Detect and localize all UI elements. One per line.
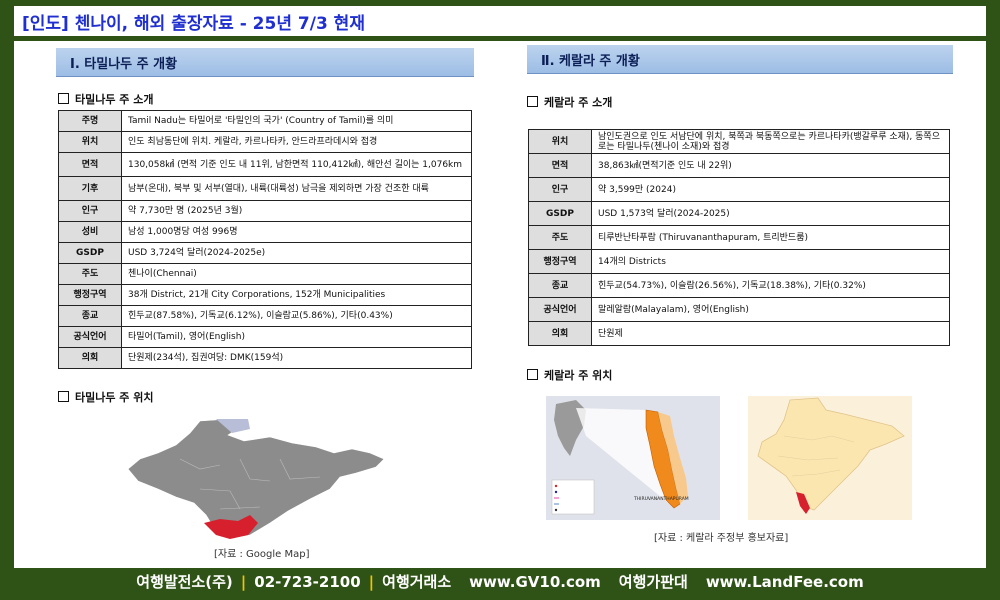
- row-value: 약 7,730만 명 (2025년 3월): [121, 200, 472, 222]
- table-row: 기후 남부(온대), 북부 및 서부(열대), 내륙(대륙성) 남극을 제외하면 …: [58, 176, 472, 201]
- table-row: 위치 남인도권으로 인도 서남단에 위치, 북쪽과 북동쪽으로는 카르나타카(뱅갈…: [528, 129, 950, 154]
- tamil-nadu-info-table: 주명 Tamil Nadu는 타밀어로 '타밀인의 국가' (Country of…: [58, 110, 472, 369]
- row-key: 인구: [528, 177, 592, 202]
- table-row: 인구 약 3,599만 (2024): [528, 177, 950, 202]
- row-value: 인도 최남동단에 위치. 케랄라, 카르나타카, 안드라프라데시와 접경: [121, 131, 472, 153]
- row-value: 약 3,599만 (2024): [591, 177, 950, 202]
- row-value: 남성 1,000명당 여성 996명: [121, 221, 472, 243]
- row-key: GSDP: [528, 201, 592, 226]
- table-row: 면적 38,863㎢(면적기준 인도 내 22위): [528, 153, 950, 178]
- checkbox-square-icon: [527, 96, 538, 107]
- table-row: GSDP USD 1,573억 달러(2024-2025): [528, 201, 950, 226]
- footer-label-stand: 여행가판대: [618, 573, 688, 591]
- row-value: 힌두교(54.73%), 이슬람(26.56%), 기독교(18.38%), 기…: [591, 273, 950, 298]
- row-key: 면적: [58, 152, 122, 177]
- table-row: 주도 티루반난타푸람 (Thiruvananthapuram, 트리반드룸): [528, 225, 950, 250]
- table-row: 인구 약 7,730만 명 (2025년 3월): [58, 200, 472, 222]
- checkbox-square-icon: [527, 369, 538, 380]
- kerala-map-label: THIRUVANANTHAPURAM: [633, 496, 689, 502]
- tamil-nadu-location-map: [120, 419, 410, 539]
- row-value: 38,863㎢(면적기준 인도 내 22위): [591, 153, 950, 178]
- row-key: 의회: [58, 347, 122, 369]
- kerala-location-heading: 케랄라 주 위치: [527, 367, 612, 383]
- row-value: 130,058㎢ (면적 기준 인도 내 11위, 남한면적 110,412㎢)…: [121, 152, 472, 177]
- table-row: 행정구역 14개의 Districts: [528, 249, 950, 274]
- row-value: 14개의 Districts: [591, 249, 950, 274]
- tamil-nadu-location-heading: 타밀나두 주 위치: [58, 389, 154, 405]
- row-key: 주도: [528, 225, 592, 250]
- row-key: 행정구역: [58, 284, 122, 306]
- footer-separator-icon: |: [240, 573, 247, 591]
- content-panel: Ⅰ. 타밀나두 주 개황 타밀나두 주 소개 주명 Tamil Nadu는 타밀어…: [14, 41, 986, 568]
- footer-company: 여행발전소(주): [136, 573, 233, 591]
- kerala-section-header: Ⅱ. 케랄라 주 개황: [527, 45, 953, 74]
- checkbox-square-icon: [58, 93, 69, 104]
- row-value: 타밀어(Tamil), 영어(English): [121, 326, 472, 348]
- row-key: 성비: [58, 221, 122, 243]
- row-value: 티루반난타푸람 (Thiruvananthapuram, 트리반드룸): [591, 225, 950, 250]
- row-key: 주명: [58, 110, 122, 132]
- row-key: 인구: [58, 200, 122, 222]
- row-key: 공식언어: [528, 297, 592, 322]
- kerala-map-caption: [자료 : 케랄라 주정부 홍보자료]: [654, 533, 789, 544]
- row-value: 38개 District, 21개 City Corporations, 152…: [121, 284, 472, 306]
- table-row: 주도 첸나이(Chennai): [58, 263, 472, 285]
- table-row: GSDP USD 3,724억 달러(2024-2025e): [58, 242, 472, 264]
- table-row: 주명 Tamil Nadu는 타밀어로 '타밀인의 국가' (Country of…: [58, 110, 472, 132]
- table-row: 종교 힌두교(54.73%), 이슬람(26.56%), 기독교(18.38%),…: [528, 273, 950, 298]
- kerala-india-map: [748, 396, 912, 520]
- footer-label-exchange: 여행거래소: [382, 573, 452, 591]
- footer-separator-icon: |: [368, 573, 375, 591]
- table-row: 성비 남성 1,000명당 여성 996명: [58, 221, 472, 243]
- row-key: 종교: [528, 273, 592, 298]
- page-title: [인도] 첸나이, 해외 출장자료 - 25년 7/3 현재: [22, 14, 365, 34]
- row-key: 행정구역: [528, 249, 592, 274]
- footer-phone[interactable]: 02-723-2100: [254, 573, 360, 591]
- kerala-info-table: 위치 남인도권으로 인도 서남단에 위치, 북쪽과 북동쪽으로는 카르나타카(뱅갈…: [528, 129, 950, 346]
- footer-link-landfee[interactable]: www.LandFee.com: [706, 573, 864, 591]
- kerala-detail-map: THIRUVANANTHAPURAM: [546, 396, 720, 520]
- row-key: 의회: [528, 321, 592, 346]
- row-value: Tamil Nadu는 타밀어로 '타밀인의 국가' (Country of T…: [121, 110, 472, 132]
- row-key: 기후: [58, 176, 122, 201]
- row-key: 공식언어: [58, 326, 122, 348]
- table-row: 면적 130,058㎢ (면적 기준 인도 내 11위, 남한면적 110,412…: [58, 152, 472, 177]
- tamil-nadu-map-caption: [자료 : Google Map]: [214, 549, 310, 560]
- table-row: 공식언어 타밀어(Tamil), 영어(English): [58, 326, 472, 348]
- row-key: GSDP: [58, 242, 122, 264]
- table-row: 행정구역 38개 District, 21개 City Corporations,…: [58, 284, 472, 306]
- table-row: 의회 단원제(234석), 집권여당: DMK(159석): [58, 347, 472, 369]
- row-value: USD 1,573억 달러(2024-2025): [591, 201, 950, 226]
- footer-link-gv10[interactable]: www.GV10.com: [469, 573, 601, 591]
- row-value: 말레알람(Malayalam), 영어(English): [591, 297, 950, 322]
- tamil-nadu-intro-heading: 타밀나두 주 소개: [58, 91, 154, 107]
- checkbox-square-icon: [58, 391, 69, 402]
- row-key: 위치: [528, 129, 592, 154]
- row-value: USD 3,724억 달러(2024-2025e): [121, 242, 472, 264]
- tamil-nadu-section-title: Ⅰ. 타밀나두 주 개황: [70, 57, 178, 72]
- tamil-nadu-section-header: Ⅰ. 타밀나두 주 개황: [56, 48, 474, 77]
- title-bar: [인도] 첸나이, 해외 출장자료 - 25년 7/3 현재: [14, 6, 986, 36]
- table-row: 종교 힌두교(87.58%), 기독교(6.12%), 이슬람교(5.86%), …: [58, 305, 472, 327]
- row-value: 단원제(234석), 집권여당: DMK(159석): [121, 347, 472, 369]
- row-value: 남부(온대), 북부 및 서부(열대), 내륙(대륙성) 남극을 제외하면 가장…: [121, 176, 472, 201]
- table-row: 공식언어 말레알람(Malayalam), 영어(English): [528, 297, 950, 322]
- footer-bar: 여행발전소(주) | 02-723-2100 | 여행거래소 www.GV10.com 여행…: [0, 571, 1000, 597]
- row-value: 힌두교(87.58%), 기독교(6.12%), 이슬람교(5.86%), 기타…: [121, 305, 472, 327]
- row-key: 위치: [58, 131, 122, 153]
- row-value: 단원제: [591, 321, 950, 346]
- row-key: 종교: [58, 305, 122, 327]
- table-row: 의회 단원제: [528, 321, 950, 346]
- row-value: 남인도권으로 인도 서남단에 위치, 북쪽과 북동쪽으로는 카르나타카(뱅갈루루…: [591, 129, 950, 154]
- row-key: 면적: [528, 153, 592, 178]
- kerala-intro-heading: 케랄라 주 소개: [527, 94, 612, 110]
- table-row: 위치 인도 최남동단에 위치. 케랄라, 카르나타카, 안드라프라데시와 접경: [58, 131, 472, 153]
- row-value: 첸나이(Chennai): [121, 263, 472, 285]
- kerala-section-title: Ⅱ. 케랄라 주 개황: [541, 54, 640, 69]
- row-key: 주도: [58, 263, 122, 285]
